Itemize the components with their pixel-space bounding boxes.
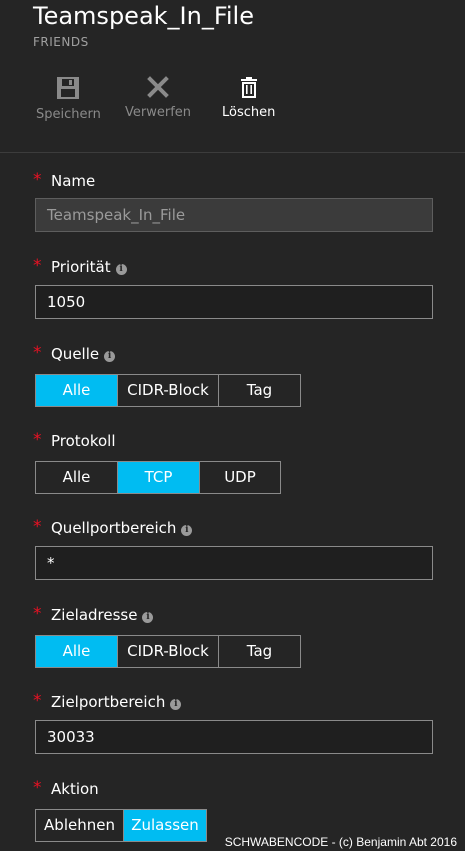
source-label-text: Quelle <box>51 345 100 363</box>
required-marker: * <box>33 430 42 450</box>
discard-button[interactable]: Verwerfen <box>125 76 191 120</box>
save-button-label: Speichern <box>36 107 101 122</box>
priority-field[interactable]: 1050 <box>35 285 433 319</box>
action-label: Aktion <box>51 780 99 798</box>
required-marker: * <box>33 691 42 711</box>
protocol-option-tcp[interactable]: TCP <box>118 462 200 493</box>
destination-port-label: Zielportbereich i <box>51 693 182 711</box>
header-divider <box>0 152 465 153</box>
priority-label: Priorität i <box>51 258 127 276</box>
destination-label: Zieladresse i <box>51 606 154 624</box>
copyright-watermark: SCHWABENCODE - (c) Benjamin Abt 2016 <box>224 835 457 849</box>
priority-label-text: Priorität <box>51 258 111 276</box>
destination-option-all[interactable]: Alle <box>36 636 118 667</box>
source-selector: Alle CIDR-Block Tag <box>35 374 301 407</box>
name-label: Name <box>51 172 96 190</box>
destination-label-text: Zieladresse <box>51 606 138 624</box>
source-port-field[interactable]: * <box>35 546 433 580</box>
action-option-deny[interactable]: Ablehnen <box>36 810 124 841</box>
required-marker: * <box>33 170 42 190</box>
source-option-cidr[interactable]: CIDR-Block <box>118 375 219 406</box>
required-marker: * <box>33 517 42 537</box>
blade-header: Teamspeak_In_File FRIENDS Speichern Verw… <box>0 0 465 153</box>
info-icon[interactable]: i <box>142 612 154 623</box>
name-field[interactable]: Teamspeak_In_File <box>35 198 433 232</box>
required-marker: * <box>33 343 42 363</box>
info-icon[interactable]: i <box>115 264 127 275</box>
source-label: Quelle i <box>51 345 116 363</box>
destination-port-field[interactable]: 30033 <box>35 720 433 754</box>
page-title: Teamspeak_In_File <box>33 2 254 30</box>
source-option-tag[interactable]: Tag <box>219 375 300 406</box>
info-icon[interactable]: i <box>104 351 116 362</box>
close-icon <box>147 76 169 98</box>
protocol-option-all[interactable]: Alle <box>36 462 118 493</box>
action-selector: Ablehnen Zulassen <box>35 809 207 842</box>
save-icon <box>57 77 80 99</box>
protocol-selector: Alle TCP UDP <box>35 461 281 494</box>
page-subtitle: FRIENDS <box>33 35 89 49</box>
delete-button[interactable]: Löschen <box>222 76 275 120</box>
save-button[interactable]: Speichern <box>36 76 101 122</box>
destination-port-label-text: Zielportbereich <box>51 693 166 711</box>
source-port-label: Quellportbereich i <box>51 519 193 537</box>
destination-option-cidr[interactable]: CIDR-Block <box>118 636 219 667</box>
required-marker: * <box>33 256 42 276</box>
trash-icon <box>240 77 257 98</box>
action-option-allow[interactable]: Zulassen <box>124 810 206 841</box>
protocol-option-udp[interactable]: UDP <box>200 462 280 493</box>
delete-button-label: Löschen <box>222 105 276 120</box>
destination-selector: Alle CIDR-Block Tag <box>35 635 301 668</box>
source-option-all[interactable]: Alle <box>36 375 118 406</box>
info-icon[interactable]: i <box>181 525 193 536</box>
discard-button-label: Verwerfen <box>125 105 192 120</box>
required-marker: * <box>33 604 42 624</box>
info-icon[interactable]: i <box>170 699 182 710</box>
required-marker: * <box>33 778 42 798</box>
source-port-label-text: Quellportbereich <box>51 519 177 537</box>
protocol-label: Protokoll <box>51 432 116 450</box>
destination-option-tag[interactable]: Tag <box>219 636 300 667</box>
